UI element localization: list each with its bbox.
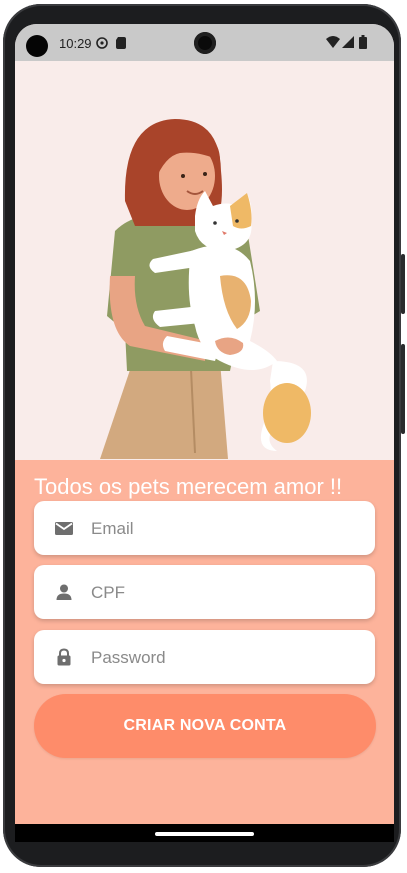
lock-icon <box>54 647 74 667</box>
cpf-input[interactable] <box>89 565 363 621</box>
left-camera-cutout <box>26 35 48 57</box>
phone-frame: 10:29 Todos os pets merecem amor !! Emai… <box>3 4 405 867</box>
sim-card-icon <box>116 37 126 52</box>
front-camera-icon <box>194 32 216 54</box>
email-input[interactable] <box>89 501 363 557</box>
navigation-bar <box>15 824 394 842</box>
wifi-icon <box>326 36 340 51</box>
hero-illustration <box>15 61 394 459</box>
woman-holding-cat-illustration <box>100 119 311 459</box>
power-button <box>401 344 405 434</box>
cpf-field[interactable] <box>34 565 375 621</box>
password-field[interactable] <box>34 630 375 686</box>
email-field[interactable] <box>34 501 375 557</box>
app-screen: 10:29 Todos os pets merecem amor !! Emai… <box>15 24 394 842</box>
battery-icon <box>359 35 367 52</box>
volume-button <box>401 254 405 314</box>
home-gesture-handle[interactable] <box>155 832 254 836</box>
password-input[interactable] <box>89 630 363 686</box>
create-account-button[interactable]: CRIAR NOVA CONTA <box>34 694 376 758</box>
settings-icon <box>96 37 108 52</box>
status-time: 10:29 <box>59 36 92 51</box>
signup-panel: Todos os pets merecem amor !! CRIA <box>15 460 394 824</box>
tagline: Todos os pets merecem amor !! <box>34 474 343 499</box>
person-icon <box>54 582 74 602</box>
signal-icon <box>342 36 354 51</box>
email-icon <box>54 518 74 538</box>
